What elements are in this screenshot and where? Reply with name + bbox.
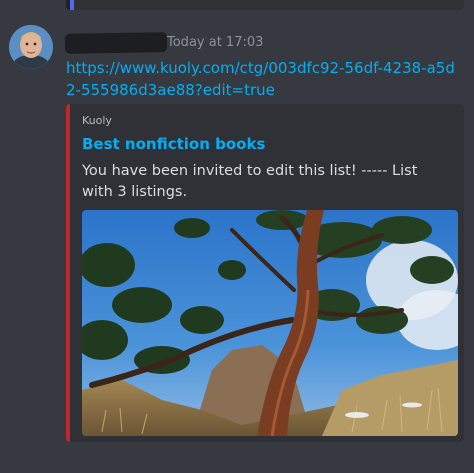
link-embed: Kuoly Best nonfiction books You have bee… bbox=[66, 104, 464, 442]
embed-image-pine-tree[interactable] bbox=[82, 210, 458, 436]
message-link[interactable]: https://www.kuoly.com/ctg/003dfc92-56df-… bbox=[66, 57, 456, 101]
embed-title-link[interactable]: Best nonfiction books bbox=[82, 134, 265, 154]
message-timestamp: Today at 17:03 bbox=[167, 35, 264, 50]
embed-description: You have been invited to edit this list!… bbox=[82, 163, 418, 200]
author-name-redacted bbox=[64, 32, 168, 54]
previous-embed-edge bbox=[66, 0, 464, 10]
avatar[interactable] bbox=[9, 25, 53, 69]
embed-provider: Kuoly bbox=[82, 114, 112, 127]
